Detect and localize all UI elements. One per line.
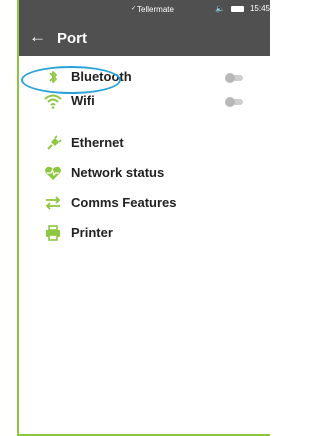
status-time: 15:45: [249, 4, 270, 13]
toggle-thumb: [225, 97, 235, 107]
device-screen: ✓Tellermate 🔈 15:45 ← Port Bluetooth Wif…: [17, 0, 270, 436]
menu-item-printer[interactable]: Printer: [19, 222, 270, 246]
brand-mark-icon: ✓: [131, 6, 137, 12]
exchange-icon: [45, 196, 61, 210]
highlight-circle: [21, 66, 121, 94]
app-bar: ← Port: [19, 20, 270, 56]
menu-item-ethernet[interactable]: Ethernet: [19, 132, 270, 156]
battery-icon: [230, 5, 244, 12]
heartbeat-icon: [45, 166, 61, 180]
menu-item-label: Wifi: [71, 93, 95, 108]
arrow-left-icon[interactable]: ←: [29, 28, 46, 45]
plug-icon: [47, 135, 62, 150]
status-icons: 🔈 15:45: [215, 4, 270, 13]
page-title: Port: [57, 30, 87, 47]
menu-item-network-status[interactable]: Network status: [19, 162, 270, 186]
menu-item-label: Printer: [71, 225, 113, 240]
brand-logo: ✓Tellermate: [131, 5, 174, 14]
printer-icon: [46, 225, 60, 241]
brand-name: Tellermate: [137, 5, 174, 14]
volume-icon: 🔈: [215, 4, 225, 13]
menu-item-label: Comms Features: [71, 195, 177, 210]
toggle-thumb: [225, 73, 235, 83]
menu-item-label: Network status: [71, 165, 165, 180]
menu-item-wifi[interactable]: Wifi: [19, 90, 270, 114]
wifi-toggle[interactable]: [225, 97, 243, 107]
wifi-icon: [44, 94, 62, 109]
menu-item-comms-features[interactable]: Comms Features: [19, 192, 270, 216]
menu-item-label: Ethernet: [71, 135, 124, 150]
left-margin: [0, 0, 17, 436]
bluetooth-toggle[interactable]: [225, 73, 243, 83]
status-bar: ✓Tellermate 🔈 15:45: [19, 0, 270, 20]
